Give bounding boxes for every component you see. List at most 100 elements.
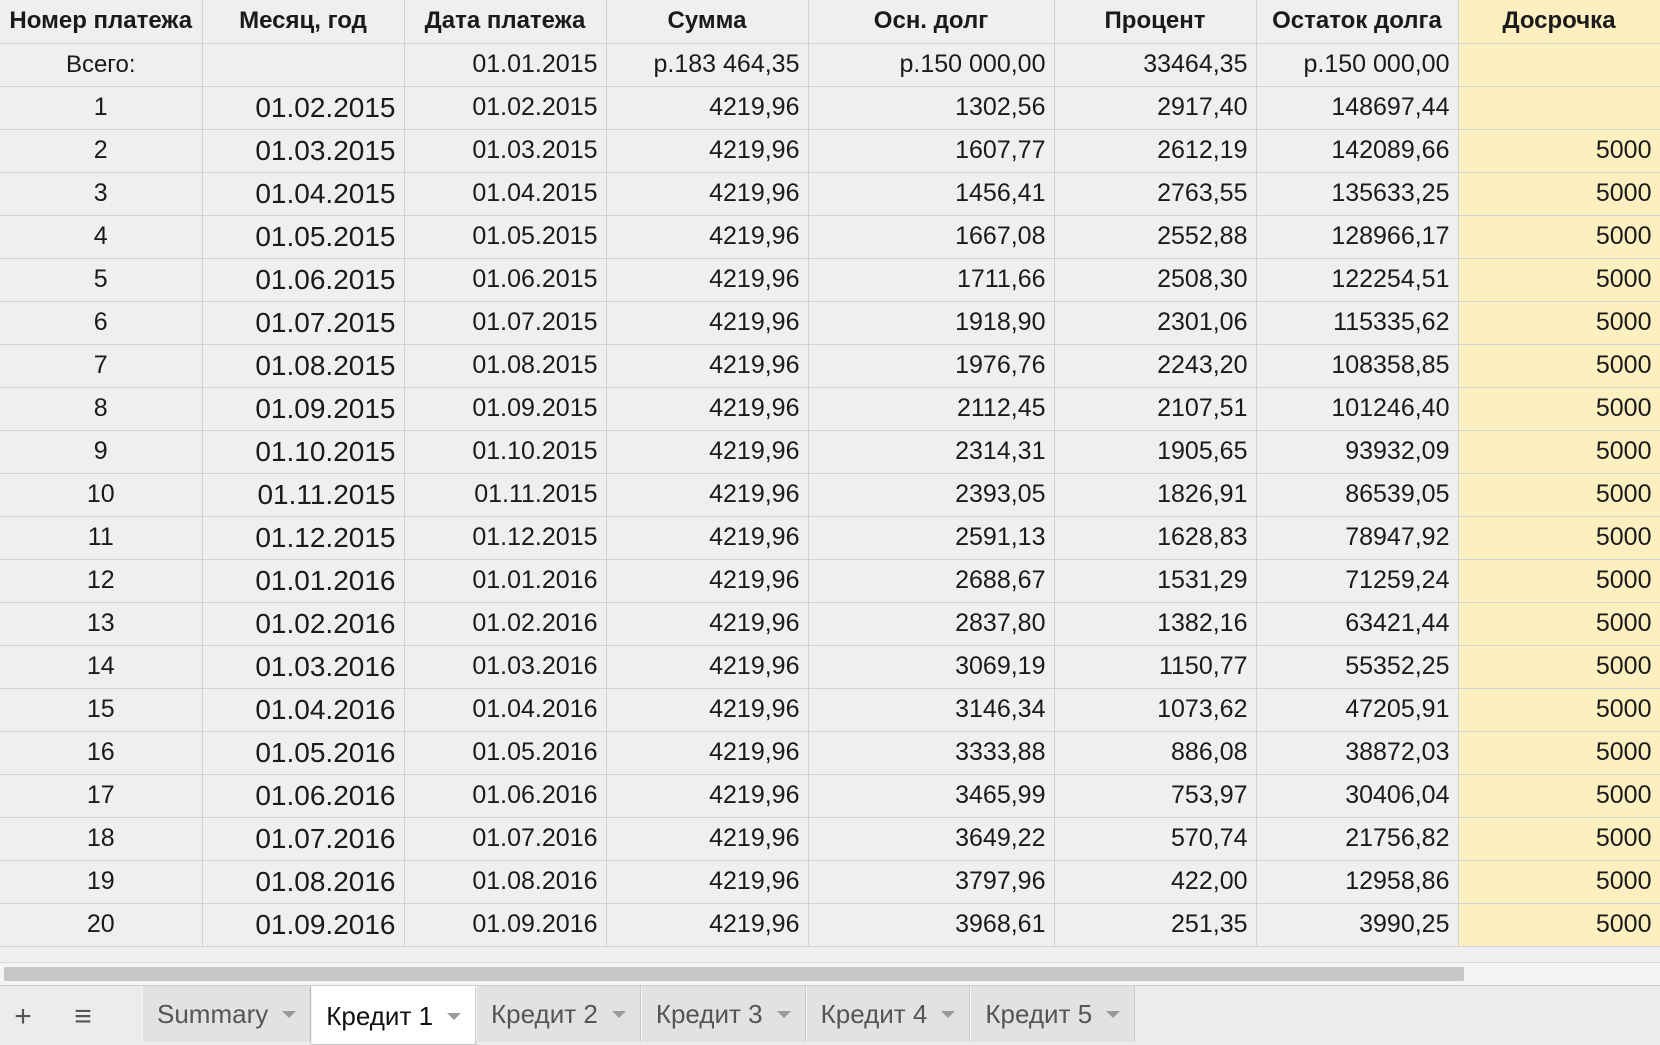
- cell[interactable]: 01.05.2015: [404, 215, 607, 259]
- caret-down-icon[interactable]: [776, 1010, 791, 1018]
- cell[interactable]: 2763,55: [1054, 172, 1257, 216]
- cell[interactable]: 01.08.2015: [404, 344, 607, 388]
- cell[interactable]: 422,00: [1054, 860, 1257, 904]
- cell[interactable]: 01.03.2016: [404, 645, 607, 689]
- cell[interactable]: 19: [0, 860, 203, 904]
- cell[interactable]: 2837,80: [808, 602, 1055, 646]
- cell[interactable]: 5000: [1458, 516, 1660, 560]
- cell[interactable]: 01.02.2015: [404, 86, 607, 130]
- cell[interactable]: 2112,45: [808, 387, 1055, 431]
- cell[interactable]: 01.02.2016: [202, 602, 405, 646]
- cell[interactable]: 33464,35: [1054, 43, 1257, 87]
- cell[interactable]: 01.08.2016: [202, 860, 405, 904]
- cell[interactable]: 1150,77: [1054, 645, 1257, 689]
- cell[interactable]: 101246,40: [1256, 387, 1459, 431]
- cell[interactable]: 11: [0, 516, 203, 560]
- cell[interactable]: 1667,08: [808, 215, 1055, 259]
- sheet-tab[interactable]: Кредит 2: [476, 986, 641, 1042]
- cell[interactable]: [1458, 43, 1660, 87]
- cell[interactable]: 18: [0, 817, 203, 861]
- cell[interactable]: 5000: [1458, 602, 1660, 646]
- column-header[interactable]: Сумма: [606, 0, 809, 44]
- cell[interactable]: 1918,90: [808, 301, 1055, 345]
- cell[interactable]: 2508,30: [1054, 258, 1257, 302]
- cell[interactable]: 13: [0, 602, 203, 646]
- cell[interactable]: 14: [0, 645, 203, 689]
- cell[interactable]: 4219,96: [606, 430, 809, 474]
- cell[interactable]: 01.03.2015: [404, 129, 607, 173]
- cell[interactable]: 2314,31: [808, 430, 1055, 474]
- cell[interactable]: 15: [0, 688, 203, 732]
- sheet-tab[interactable]: Summary: [142, 986, 312, 1042]
- cell[interactable]: 1073,62: [1054, 688, 1257, 732]
- cell[interactable]: 2688,67: [808, 559, 1055, 603]
- cell[interactable]: 01.11.2015: [202, 473, 405, 517]
- column-header[interactable]: Процент: [1054, 0, 1257, 44]
- cell[interactable]: 1607,77: [808, 129, 1055, 173]
- cell[interactable]: р.183 464,35: [606, 43, 809, 87]
- cell[interactable]: 3990,25: [1256, 903, 1459, 947]
- cell[interactable]: [202, 43, 405, 87]
- cell[interactable]: 16: [0, 731, 203, 775]
- cell[interactable]: 115335,62: [1256, 301, 1459, 345]
- cell[interactable]: 5: [0, 258, 203, 302]
- cell[interactable]: 12958,86: [1256, 860, 1459, 904]
- cell[interactable]: 01.06.2015: [404, 258, 607, 302]
- cell[interactable]: 4219,96: [606, 516, 809, 560]
- cell[interactable]: р.150 000,00: [808, 43, 1055, 87]
- cell[interactable]: 122254,51: [1256, 258, 1459, 302]
- column-header[interactable]: Остаток долга: [1256, 0, 1459, 44]
- cell[interactable]: 4219,96: [606, 559, 809, 603]
- cell[interactable]: 4219,96: [606, 817, 809, 861]
- cell[interactable]: 12: [0, 559, 203, 603]
- cell[interactable]: 4219,96: [606, 258, 809, 302]
- column-header[interactable]: Месяц, год: [202, 0, 405, 44]
- caret-down-icon[interactable]: [447, 1013, 462, 1020]
- cell[interactable]: 3968,61: [808, 903, 1055, 947]
- cell[interactable]: 21756,82: [1256, 817, 1459, 861]
- cell[interactable]: 01.08.2016: [404, 860, 607, 904]
- cell[interactable]: 4219,96: [606, 860, 809, 904]
- scrollbar-thumb[interactable]: [4, 967, 1464, 981]
- cell[interactable]: 5000: [1458, 774, 1660, 818]
- cell[interactable]: 5000: [1458, 387, 1660, 431]
- cell[interactable]: 4219,96: [606, 301, 809, 345]
- cell[interactable]: 3797,96: [808, 860, 1055, 904]
- cell[interactable]: 01.11.2015: [404, 473, 607, 517]
- cell[interactable]: 78947,92: [1256, 516, 1459, 560]
- cell[interactable]: 7: [0, 344, 203, 388]
- cell[interactable]: 71259,24: [1256, 559, 1459, 603]
- cell[interactable]: 8: [0, 387, 203, 431]
- sheet-tab[interactable]: Кредит 3: [640, 986, 806, 1042]
- cell[interactable]: 4219,96: [606, 86, 809, 130]
- cell[interactable]: 2393,05: [808, 473, 1055, 517]
- caret-down-icon[interactable]: [282, 1010, 297, 1018]
- caret-down-icon[interactable]: [1106, 1010, 1121, 1018]
- cell[interactable]: 4219,96: [606, 645, 809, 689]
- cell[interactable]: 4219,96: [606, 903, 809, 947]
- cell[interactable]: 01.04.2016: [202, 688, 405, 732]
- cell[interactable]: 4219,96: [606, 602, 809, 646]
- cell[interactable]: 1456,41: [808, 172, 1055, 216]
- cell[interactable]: 4219,96: [606, 215, 809, 259]
- cell[interactable]: 01.06.2016: [202, 774, 405, 818]
- sheet-tab[interactable]: Кредит 4: [805, 986, 971, 1042]
- cell[interactable]: 3069,19: [808, 645, 1055, 689]
- cell[interactable]: 148697,44: [1256, 86, 1459, 130]
- cell[interactable]: 2591,13: [808, 516, 1055, 560]
- cell[interactable]: 01.07.2016: [202, 817, 405, 861]
- cell[interactable]: 5000: [1458, 731, 1660, 775]
- cell[interactable]: 63421,44: [1256, 602, 1459, 646]
- cell[interactable]: 5000: [1458, 301, 1660, 345]
- cell[interactable]: 4219,96: [606, 688, 809, 732]
- cell[interactable]: 01.02.2016: [404, 602, 607, 646]
- cell[interactable]: 01.05.2015: [202, 215, 405, 259]
- column-header[interactable]: Дата платежа: [404, 0, 607, 44]
- cell[interactable]: 4219,96: [606, 731, 809, 775]
- cell[interactable]: 01.10.2015: [202, 430, 405, 474]
- cell[interactable]: 3: [0, 172, 203, 216]
- cell[interactable]: 1711,66: [808, 258, 1055, 302]
- cell[interactable]: 5000: [1458, 430, 1660, 474]
- caret-down-icon[interactable]: [941, 1010, 956, 1018]
- cell[interactable]: 1382,16: [1054, 602, 1257, 646]
